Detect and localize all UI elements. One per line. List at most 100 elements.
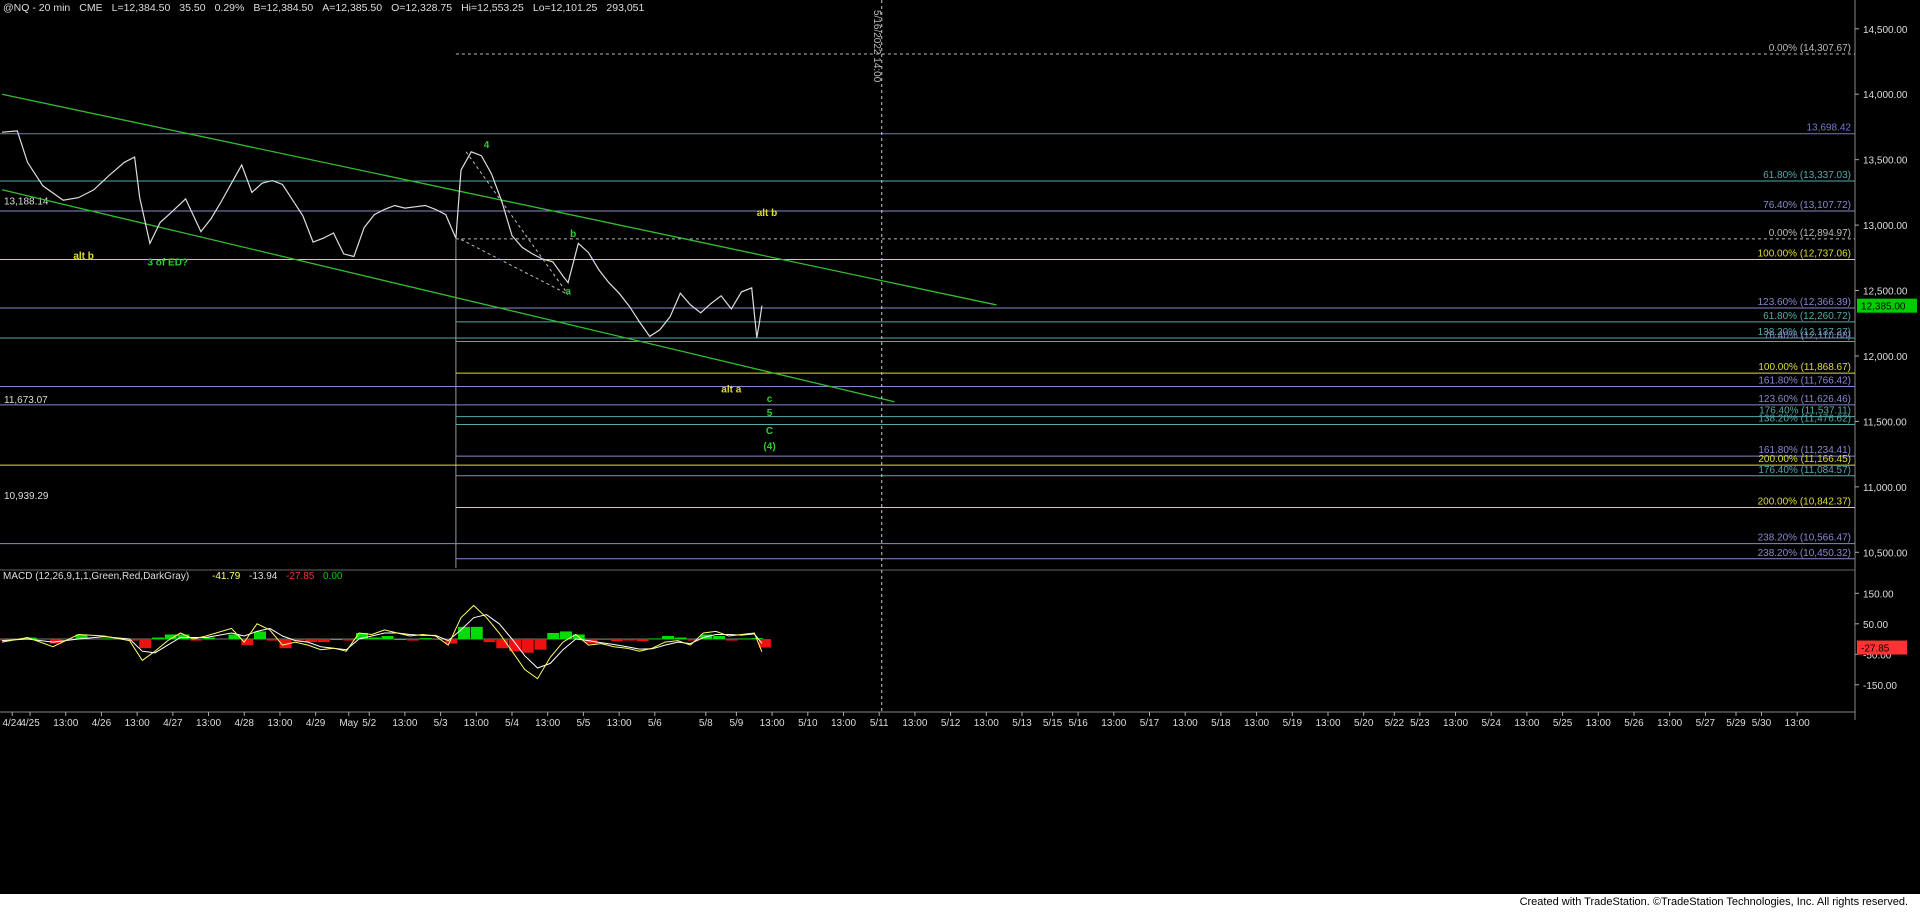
price-tick-label: 11,000.00	[1863, 483, 1907, 494]
fib-level-label: 76.40% (13,107.72)	[1763, 200, 1851, 211]
wave-label: 5	[767, 408, 773, 419]
time-marker-label: 5/16/2022 14:00	[871, 10, 882, 83]
time-tick-label: 5/10	[798, 718, 818, 729]
time-tick-label: 5/22	[1385, 718, 1405, 729]
last-price-tag-label: 12,385.00	[1861, 302, 1906, 313]
macd-signal-line	[1, 614, 763, 669]
macd-histogram-bar	[266, 639, 279, 641]
time-tick-label: 13:00	[1657, 718, 1682, 729]
time-tick-label: 5/15	[1043, 718, 1063, 729]
macd-tick-label: 150.00	[1863, 589, 1894, 600]
macd-histogram-bar	[381, 636, 394, 640]
macd-histogram-bar	[241, 639, 254, 646]
wave-label: C	[766, 426, 773, 437]
time-tick-label: 5/13	[1012, 718, 1032, 729]
macd-histogram-bar	[254, 631, 266, 640]
price-tick-label: 12,500.00	[1863, 287, 1908, 298]
fib-level-label: 0.00% (12,894.97)	[1769, 228, 1851, 239]
price-tick-label: 14,000.00	[1863, 90, 1908, 101]
macd-histogram-bar	[101, 638, 113, 640]
time-tick-label: 13:00	[607, 718, 632, 729]
time-tick-label: 5/11	[870, 718, 889, 729]
wave-label: c	[767, 394, 773, 405]
macd-histogram-bar	[432, 639, 445, 641]
time-tick-label: 5/12	[941, 718, 961, 729]
macd-histogram-bar	[394, 639, 407, 641]
wave-label: 3 of ED?	[147, 258, 188, 269]
time-tick-label: 13:00	[902, 718, 927, 729]
time-tick-label: 13:00	[464, 718, 489, 729]
time-tick-label: 13:00	[53, 718, 78, 729]
macd-histogram-bar	[758, 639, 771, 648]
macd-histogram-bar	[534, 639, 547, 650]
fib-level-label: 76.40% (12,110.88)	[1764, 330, 1851, 341]
macd-histogram-bar	[470, 626, 483, 640]
wave-label: 4	[484, 140, 490, 151]
price-series	[1, 130, 763, 338]
wave-label: alt a	[721, 385, 741, 396]
time-tick-label: 5/9	[729, 718, 743, 729]
time-tick-label: 13:00	[760, 718, 785, 729]
time-tick-label: 5/26	[1624, 718, 1644, 729]
left-price-label: 10,939.29	[4, 491, 49, 502]
price-tick-label: 14,500.00	[1863, 25, 1908, 36]
time-tick-label: 13:00	[1443, 718, 1468, 729]
chart-canvas[interactable]: 14,500.00 14,000.00 13,500.00 13,000.00 12,5…	[0, 0, 1920, 894]
macd-histogram-bar	[713, 636, 725, 640]
fib-level-label: 13,698.42	[1807, 123, 1852, 134]
time-tick-label: 5/6	[648, 718, 662, 729]
fib-level-label: 61.80% (12,260.72)	[1763, 311, 1851, 322]
macd-histogram-bar	[368, 637, 381, 640]
time-tick-label: 5/2	[362, 718, 376, 729]
price-tick-label: 13,500.00	[1863, 156, 1908, 167]
wave-label: alt b	[757, 208, 778, 219]
macd-tick-label: 50.00	[1863, 620, 1888, 631]
time-tick-label: 5/5	[576, 718, 590, 729]
copyright-text: Created with TradeStation. ©TradeStation…	[1519, 896, 1908, 908]
time-tick-label: 5/17	[1140, 718, 1160, 729]
macd-zero-value: 0.00	[323, 571, 343, 582]
wave-dashed-line	[465, 151, 569, 295]
time-tick-label: 4/29	[306, 718, 326, 729]
time-tick-label: 4/26	[92, 718, 112, 729]
fib-level-label: 138.20% (11,476.62)	[1758, 413, 1851, 424]
time-tick-label: 5/3	[434, 718, 448, 729]
macd-histogram-bar	[547, 632, 560, 640]
macd-histogram-bar	[458, 626, 470, 640]
time-tick-label: 13:00	[1785, 718, 1810, 729]
time-tick-label: 5/23	[1410, 718, 1430, 729]
fib-level-label: 200.00% (10,842.37)	[1758, 496, 1851, 507]
time-tick-label: 13:00	[125, 718, 150, 729]
fib-level-label: 238.20% (10,450.32)	[1758, 548, 1851, 559]
time-tick-label: 5/20	[1354, 718, 1374, 729]
macd-value: -41.79	[212, 571, 241, 582]
trendline	[1, 93, 997, 306]
left-price-label: 13,188.14	[4, 197, 49, 208]
fib-level-label: 100.00% (11,868.67)	[1758, 362, 1851, 373]
time-tick-label: 5/18	[1211, 718, 1231, 729]
macd-histogram-bar	[330, 639, 343, 641]
wave-label: (4)	[763, 442, 775, 453]
macd-histogram-bar	[317, 639, 330, 643]
macd-histogram-bar	[139, 639, 152, 649]
fib-level-label: 0.00% (14,307.67)	[1769, 43, 1851, 54]
time-tick-label: 13:00	[1244, 718, 1269, 729]
fib-level-label: 123.60% (12,366.39)	[1758, 297, 1851, 308]
time-tick-label: 13:00	[1586, 718, 1611, 729]
time-tick-label: 13:00	[1101, 718, 1126, 729]
footer: Created with TradeStation. ©TradeStation…	[0, 894, 1920, 912]
macd-histogram-bar	[611, 639, 623, 642]
macd-histogram-bar	[674, 637, 687, 640]
time-tick-label: 13:00	[1514, 718, 1539, 729]
time-tick-label: 13:00	[196, 718, 221, 729]
time-tick-label: 4/25	[20, 718, 40, 729]
price-tick-label: 12,000.00	[1863, 352, 1908, 363]
time-tick-label: 5/25	[1553, 718, 1573, 729]
time-tick-label: 5/4	[505, 718, 519, 729]
fib-level-label: 123.60% (11,626.46)	[1758, 394, 1851, 405]
fib-level-label: 176.40% (11,084.57)	[1758, 465, 1851, 476]
macd-histogram-bar	[725, 639, 738, 641]
macd-histogram-bar	[662, 636, 674, 640]
time-tick-label: 4/28	[235, 718, 255, 729]
macd-histogram-bar	[738, 638, 751, 640]
